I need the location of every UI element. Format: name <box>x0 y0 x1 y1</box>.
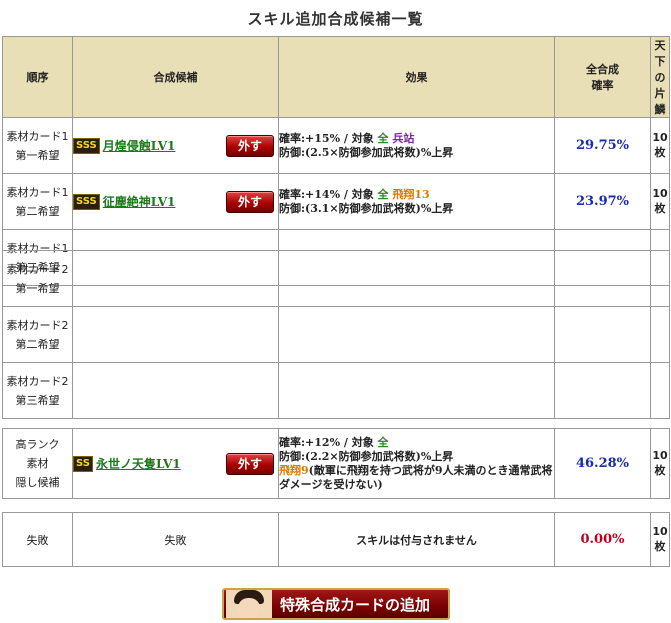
order-line3: 隠し候補 <box>15 476 60 489</box>
order-line2: 第二希望 <box>15 337 60 351</box>
effect-line2: 防御:(2.2×防御参加武将数)%上昇 <box>279 449 454 463</box>
row-effect-empty <box>278 250 555 307</box>
order-line1: 素材カード2 <box>6 262 69 276</box>
effect-unit: 飛翔13 <box>392 187 430 201</box>
row-effect-empty <box>278 306 555 363</box>
header-qty: 天下の 片鱗 <box>650 36 670 118</box>
row-candidate-empty <box>72 306 279 363</box>
order-line2: 素材 <box>26 457 49 470</box>
order-line2: 第一希望 <box>15 148 60 162</box>
effect-unit: 兵站 <box>392 131 415 145</box>
hidden-candidate-table: 高ランク素材隠し候補 SS 永世ノ天隻LV1 外す 確率:+12% / 対象 全… <box>2 428 670 499</box>
order-line2: 第三希望 <box>15 393 60 407</box>
row-qty-empty <box>650 306 670 363</box>
fail-rate: 0.00% <box>554 512 651 567</box>
row-rate-empty <box>554 362 651 419</box>
row-effect: 確率:+15% / 対象 全 兵站 防御:(2.5×防御参加武将数)%上昇 <box>278 117 555 174</box>
row-rate-empty <box>554 306 651 363</box>
row-qty-empty <box>650 250 670 307</box>
table-row: 素材カード1 第一希望 SSS 月煌侵蝕LV1 外す 確率:+15% / 対象 全… <box>2 117 670 174</box>
portrait-icon <box>226 590 272 618</box>
row-order: 素材カード1 第一希望 <box>2 117 73 174</box>
row-effect-empty <box>278 362 555 419</box>
effect-line1: 確率:+15% / 対象 <box>279 131 378 145</box>
row-rate-empty <box>554 250 651 307</box>
effect-line1: 確率:+14% / 対象 <box>279 187 378 201</box>
order-line1: 高ランク <box>15 438 60 451</box>
table-row: 素材カード2 第二希望 <box>2 306 670 363</box>
rank-badge: SS <box>73 455 93 472</box>
order-line2: 第一希望 <box>15 281 60 295</box>
remove-button[interactable]: 外す <box>226 452 274 475</box>
table-row: 失敗 失敗 スキルは付与されません 0.00% 10枚 <box>2 512 670 567</box>
effect-line1: 確率:+12% / 対象 <box>279 435 378 449</box>
effect-highlight: 飛翔9 <box>279 463 309 477</box>
table-row: 素材カード2 第一希望 <box>2 250 670 307</box>
effect-line2: 防御:(3.1×防御参加武将数)%上昇 <box>279 201 454 215</box>
row-qty: 10枚 <box>650 117 670 174</box>
effect-target: 全 <box>377 187 389 201</box>
page-title: スキル追加合成候補一覧 <box>247 10 424 28</box>
row-order: 素材カード2 第二希望 <box>2 306 73 363</box>
row-rate: 46.28% <box>554 428 651 499</box>
remove-button[interactable]: 外す <box>226 134 274 157</box>
row-order: 素材カード2 第一希望 <box>2 250 73 307</box>
row-candidate: SS 永世ノ天隻LV1 外す <box>72 428 279 499</box>
fail-effect: スキルは付与されません <box>278 512 555 567</box>
remove-button[interactable]: 外す <box>226 190 274 213</box>
row-effect: 確率:+14% / 対象 全 飛翔13 防御:(3.1×防御参加武将数)%上昇 <box>278 173 555 230</box>
row-candidate: SSS 月煌侵蝕LV1 外す <box>72 117 279 174</box>
candidates-table-2: 素材カード2 第一希望 素材カード2 第二希望 素材カード2 第三希望 <box>2 250 670 419</box>
table-row: 素材カード1 第二希望 SSS 征塵絶神LV1 外す 確率:+14% / 対象 全… <box>2 173 670 230</box>
row-qty: 10枚 <box>650 173 670 230</box>
row-rate: 23.97% <box>554 173 651 230</box>
fail-table: 失敗 失敗 スキルは付与されません 0.00% 10枚 <box>2 512 670 567</box>
effect-line3: (敵軍に飛翔を持つ武将が9人未満のとき通常武将ダメージを受けない) <box>279 463 553 491</box>
order-line1: 素材カード1 <box>6 129 69 143</box>
header-qty-line2: 片鱗 <box>654 87 666 116</box>
row-qty: 10枚 <box>650 428 670 499</box>
header-row: 順序 合成候補 効果 全合成確率 天下の片鱗 <box>2 36 670 118</box>
table-row: 高ランク素材隠し候補 SS 永世ノ天隻LV1 外す 確率:+12% / 対象 全… <box>2 428 670 499</box>
candidates-table-1: 順序 合成候補 効果 全合成確率 天下の片鱗 素材カード1 第一希望 SSS 月煌… <box>2 36 670 286</box>
header-order: 順序 <box>2 36 73 118</box>
rank-badge: SSS <box>73 193 100 210</box>
header-candidate: 合成候補 <box>72 36 279 118</box>
header-qty-line1: 天下の <box>654 39 666 84</box>
skill-link[interactable]: 征塵絶神LV1 <box>103 193 176 210</box>
header-rate-line1: 全合成 <box>586 63 619 76</box>
effect-target: 全 <box>377 435 389 449</box>
effect-target: 全 <box>377 131 389 145</box>
row-candidate: SSS 征塵絶神LV1 外す <box>72 173 279 230</box>
order-line1: 素材カード2 <box>6 374 69 388</box>
order-line1: 素材カード2 <box>6 318 69 332</box>
effect-line2: 防御:(2.5×防御参加武将数)%上昇 <box>279 145 454 159</box>
order-line1: 素材カード1 <box>6 185 69 199</box>
row-effect: 確率:+12% / 対象 全 防御:(2.2×防御参加武将数)%上昇 飛翔9(敵… <box>278 428 555 499</box>
header-rate-line2: 確率 <box>591 79 614 92</box>
fail-candidate: 失敗 <box>72 512 279 567</box>
row-candidate-empty <box>72 362 279 419</box>
add-special-card-button[interactable]: 特殊合成カードの追加 <box>222 588 450 620</box>
header-effect: 効果 <box>278 36 555 118</box>
row-rate: 29.75% <box>554 117 651 174</box>
rank-badge: SSS <box>73 137 100 154</box>
add-button-label: 特殊合成カードの追加 <box>280 595 431 614</box>
row-qty-empty <box>650 362 670 419</box>
fail-qty: 10枚 <box>650 512 670 567</box>
row-order: 素材カード2 第三希望 <box>2 362 73 419</box>
skill-link[interactable]: 月煌侵蝕LV1 <box>103 137 176 154</box>
header-rate: 全合成 確率 <box>554 36 651 118</box>
table-row: 素材カード2 第三希望 <box>2 362 670 419</box>
skill-link[interactable]: 永世ノ天隻LV1 <box>96 455 181 472</box>
fail-order: 失敗 <box>2 512 73 567</box>
row-candidate-empty <box>72 250 279 307</box>
order-line2: 第二希望 <box>15 204 60 218</box>
row-order: 高ランク素材隠し候補 <box>2 428 73 499</box>
row-order: 素材カード1 第二希望 <box>2 173 73 230</box>
